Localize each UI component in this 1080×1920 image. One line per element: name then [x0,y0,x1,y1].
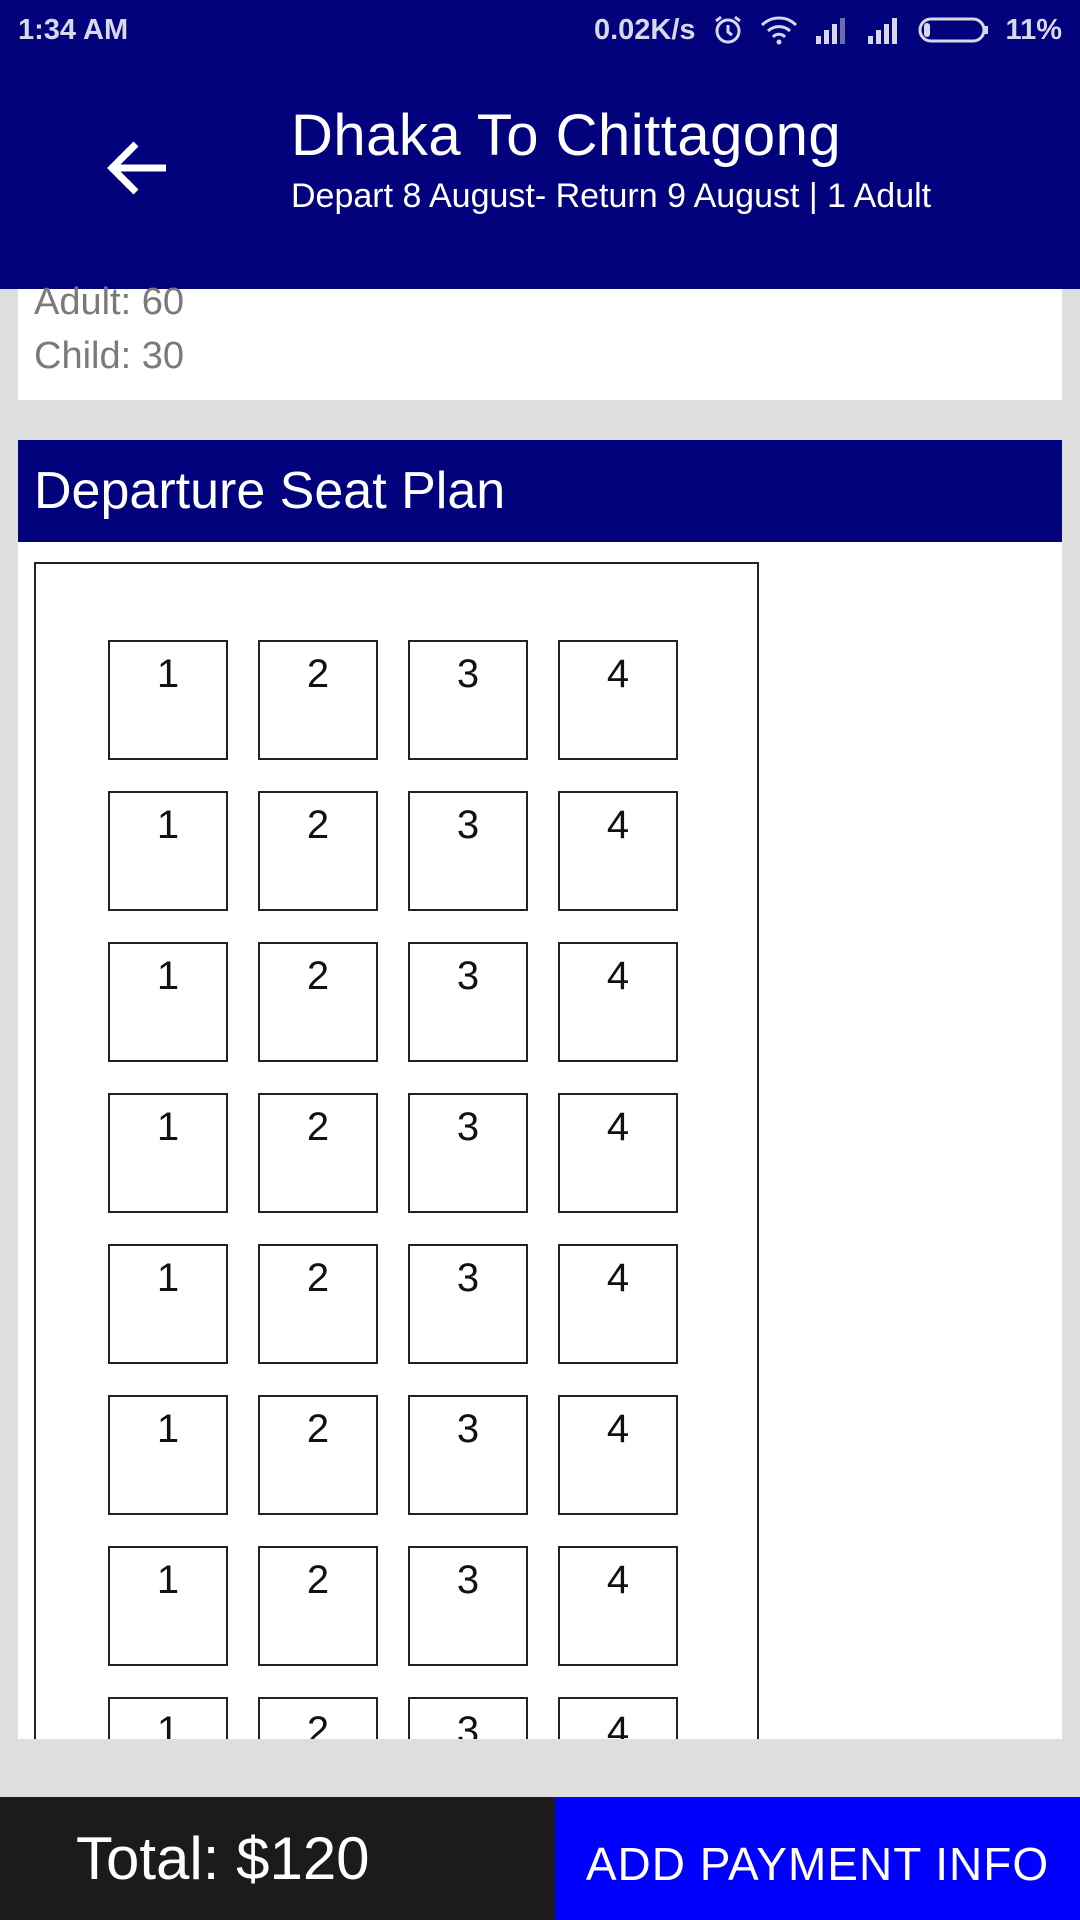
seat[interactable]: 2 [258,1697,378,1739]
seat[interactable]: 2 [258,1395,378,1515]
seat[interactable]: 2 [258,1093,378,1213]
seat[interactable]: 1 [108,1093,228,1213]
seat[interactable]: 2 [258,1244,378,1364]
seat[interactable]: 4 [558,1395,678,1515]
seat[interactable]: 4 [558,791,678,911]
seat-row: 1234 [108,942,678,1062]
seat-row: 1234 [108,1244,678,1364]
app-bar: Dhaka To Chittagong Depart 8 August- Ret… [0,60,1080,289]
seat-grid: 12341234123412341234123412341234 [108,640,678,1739]
seat-plan-area[interactable]: 12341234123412341234123412341234 [18,542,1062,1739]
seat-row: 1234 [108,791,678,911]
seat[interactable]: 1 [108,640,228,760]
seat[interactable]: 1 [108,942,228,1062]
seat[interactable]: 1 [108,1546,228,1666]
bus-layout: 12341234123412341234123412341234 [34,562,759,1739]
seat[interactable]: 3 [408,791,528,911]
seat[interactable]: 3 [408,1093,528,1213]
seat[interactable]: 4 [558,640,678,760]
seat[interactable]: 3 [408,640,528,760]
seat-row: 1234 [108,1395,678,1515]
child-fare: Child: 30 [34,335,184,377]
fare-card: Adult: 60 Child: 30 [18,281,1062,400]
status-time: 1:34 AM [18,13,129,46]
seat[interactable]: 2 [258,791,378,911]
page-subtitle: Depart 8 August- Return 9 August | 1 Adu… [291,177,932,215]
seat-row: 1234 [108,1697,678,1739]
battery-icon [918,16,990,44]
seat[interactable]: 3 [408,1697,528,1739]
seat-plan-header: Departure Seat Plan [18,440,1062,542]
seat[interactable]: 4 [558,1546,678,1666]
seat-row: 1234 [108,1093,678,1213]
seat[interactable]: 3 [408,1395,528,1515]
seat[interactable]: 2 [258,1546,378,1666]
network-speed: 0.02K/s [593,13,696,46]
status-bar: 1:34 AM 0.02K/s 11% [0,0,1080,60]
adult-fare: Adult: 60 [34,281,184,323]
alarm-icon [712,14,744,46]
status-icons: 0.02K/s 11% [594,14,1062,47]
signal-icon [866,16,902,44]
seat[interactable]: 1 [108,1697,228,1739]
seat[interactable]: 1 [108,791,228,911]
bottom-bar: Total: $120 ADD PAYMENT INFO [0,1797,1080,1920]
page-title: Dhaka To Chittagong [291,103,842,168]
seat[interactable]: 4 [558,1093,678,1213]
seat-row: 1234 [108,640,678,760]
seat[interactable]: 3 [408,942,528,1062]
back-button[interactable] [100,132,176,208]
wifi-icon [760,15,798,45]
seat[interactable]: 2 [258,942,378,1062]
battery-percent: 11% [1005,13,1062,46]
seat[interactable]: 4 [558,1697,678,1739]
seat-row: 1234 [108,1546,678,1666]
seat[interactable]: 2 [258,640,378,760]
signal-icon [814,16,850,44]
seat[interactable]: 4 [558,942,678,1062]
add-payment-info-button[interactable]: ADD PAYMENT INFO [555,1797,1080,1920]
total-price: Total: $120 [0,1797,555,1920]
seat[interactable]: 1 [108,1244,228,1364]
seat[interactable]: 1 [108,1395,228,1515]
seat[interactable]: 4 [558,1244,678,1364]
arrow-left-icon [106,138,170,203]
seat[interactable]: 3 [408,1546,528,1666]
seat[interactable]: 3 [408,1244,528,1364]
